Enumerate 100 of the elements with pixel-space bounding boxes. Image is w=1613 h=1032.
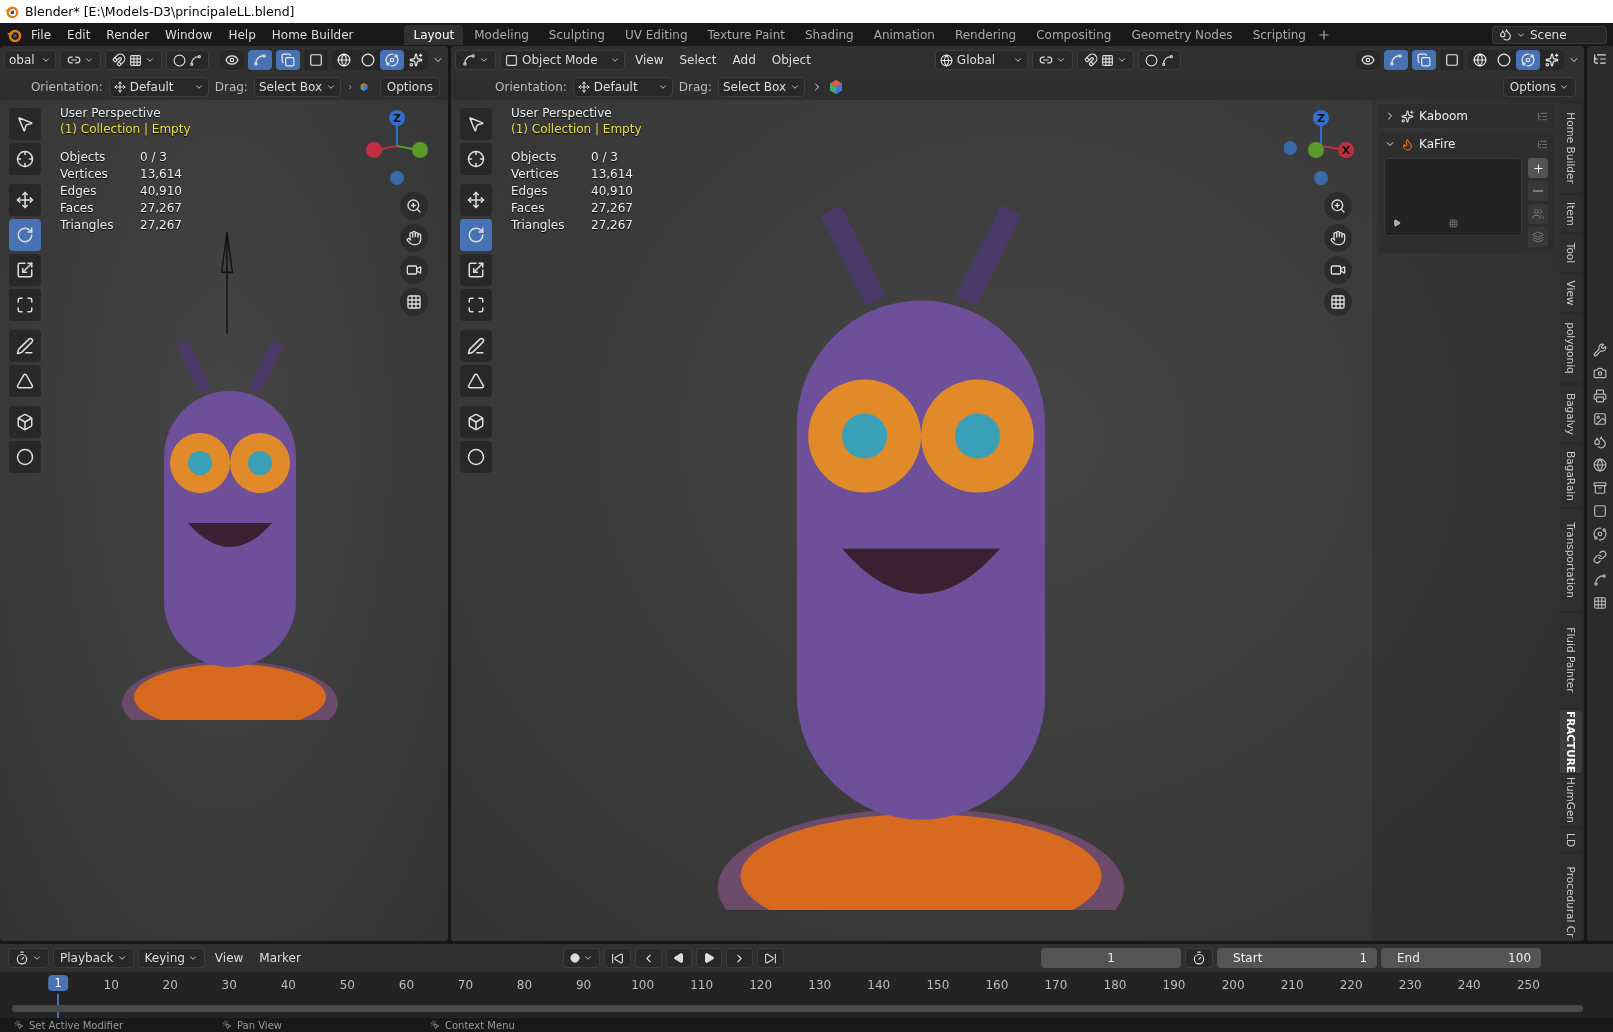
droplets-icon[interactable] <box>1593 435 1607 449</box>
header-menu[interactable]: View <box>629 53 670 67</box>
sidebar-tab[interactable]: polygoniq <box>1560 313 1582 384</box>
sidebar-tab[interactable]: Transportation <box>1560 509 1582 611</box>
play-reverse-button[interactable] <box>666 948 693 968</box>
sidebar-tab[interactable]: BagaRain <box>1560 443 1582 508</box>
proportional-edit-button[interactable] <box>166 50 209 70</box>
sidebar-tab[interactable]: Item <box>1560 194 1582 233</box>
header-menu[interactable]: Object <box>765 53 817 67</box>
pan-button[interactable] <box>400 224 428 252</box>
link-icon[interactable] <box>1593 550 1607 564</box>
printer-icon[interactable] <box>1593 389 1607 403</box>
globe-icon[interactable] <box>1593 458 1607 472</box>
square-icon[interactable] <box>1593 504 1607 518</box>
add-button[interactable] <box>1528 158 1548 178</box>
pivot-dropdown[interactable] <box>1031 50 1073 70</box>
timeline-menu[interactable]: Playback <box>53 948 134 968</box>
tool-button[interactable] <box>9 254 41 286</box>
play-button[interactable] <box>696 948 723 968</box>
pivot-dropdown[interactable] <box>60 50 101 70</box>
zoom-button[interactable] <box>400 192 428 220</box>
shading-mode-button[interactable] <box>1516 50 1540 70</box>
axis-gizmo-drawing[interactable]: Z X <box>1284 108 1358 188</box>
layers-button[interactable] <box>1528 227 1548 247</box>
camera-button[interactable] <box>400 256 428 284</box>
workspace-tab[interactable]: Shading <box>795 24 863 45</box>
start-frame-field[interactable]: Start 1 <box>1217 948 1377 968</box>
menu-item[interactable]: Window <box>158 25 220 44</box>
eye-toggle[interactable] <box>1356 50 1380 70</box>
tool-button[interactable] <box>9 406 41 438</box>
sidebar-tab[interactable]: Home Builder <box>1560 104 1582 193</box>
scene-selector[interactable]: Scene <box>1492 25 1607 44</box>
snap-dropdown[interactable] <box>105 50 162 70</box>
orientation-dropdown[interactable]: obal <box>4 50 56 70</box>
proportional-edit-button[interactable] <box>1137 50 1181 70</box>
gizmo-toggle[interactable] <box>248 50 272 70</box>
workspace-tab[interactable]: Rendering <box>945 24 1026 45</box>
axis-gizmo-drawing[interactable]: Z <box>360 108 434 188</box>
preview-range-button[interactable] <box>1185 948 1213 968</box>
shading-mode-button[interactable] <box>380 50 404 70</box>
tool-button[interactable] <box>9 108 41 140</box>
editor-type-button[interactable] <box>8 948 49 968</box>
tool-button[interactable] <box>460 365 492 397</box>
sidebar-tab[interactable]: Bagalvy <box>1560 385 1582 442</box>
workspace-tab[interactable]: Animation <box>864 24 944 45</box>
jump-start-button[interactable] <box>604 948 632 968</box>
camera-icon[interactable] <box>1593 366 1607 380</box>
playhead-marker[interactable]: 1 <box>48 975 68 991</box>
tool-button[interactable] <box>460 330 492 362</box>
tool-button[interactable] <box>460 254 492 286</box>
menu-item[interactable]: Home Builder <box>264 25 361 44</box>
workspace-tab[interactable]: UV Editing <box>615 24 697 45</box>
workspace-tab[interactable]: Scripting <box>1243 24 1315 45</box>
orbit-icon[interactable] <box>1593 527 1607 541</box>
timeline-menu[interactable]: View <box>208 951 250 965</box>
sidebar-tab[interactable]: Procedural Cr <box>1560 854 1582 941</box>
xray-toggle[interactable] <box>304 50 328 70</box>
timeline-menu[interactable]: Marker <box>253 951 307 965</box>
timeline-menu[interactable]: Keying <box>137 948 205 968</box>
scrollbar[interactable] <box>12 1005 1583 1012</box>
checker-icon[interactable] <box>1593 596 1607 610</box>
tool-button[interactable] <box>460 441 492 473</box>
workspace-tab[interactable]: Geometry Nodes <box>1122 24 1242 45</box>
camera-button[interactable] <box>1324 256 1352 284</box>
record-button[interactable] <box>563 948 601 968</box>
overlay-toggle[interactable] <box>276 50 300 70</box>
image-icon[interactable] <box>1593 412 1607 426</box>
tool-button[interactable] <box>460 184 492 216</box>
tool-button[interactable] <box>9 184 41 216</box>
sidebar-tab[interactable]: HumGen <box>1560 775 1582 826</box>
prev-keyframe-button[interactable] <box>635 948 663 968</box>
orientation-dropdown[interactable]: Global <box>934 50 1028 70</box>
overlay-toggle[interactable] <box>1412 50 1436 70</box>
sidebar-tab[interactable]: View <box>1560 274 1582 312</box>
add-workspace-icon[interactable] <box>1317 27 1331 42</box>
tool-button[interactable] <box>460 289 492 321</box>
drag-dropdown[interactable]: Select Box <box>718 77 806 97</box>
tool-button[interactable] <box>9 143 41 175</box>
end-frame-field[interactable]: End 100 <box>1381 948 1541 968</box>
tool-button[interactable] <box>9 441 41 473</box>
menu-item[interactable]: Help <box>221 25 263 44</box>
jump-end-button[interactable] <box>757 948 785 968</box>
wrench-icon[interactable] <box>1593 343 1607 357</box>
snap-dropdown[interactable] <box>1076 50 1134 70</box>
menu-item[interactable]: Edit <box>60 25 98 44</box>
header-menu[interactable]: Add <box>726 53 762 67</box>
orientation-dropdown[interactable]: Default <box>108 77 209 97</box>
menu-item[interactable]: File <box>24 25 59 44</box>
gizmo-toggle[interactable] <box>1384 50 1408 70</box>
orientation-dropdown[interactable]: Default <box>572 77 673 97</box>
xray-toggle[interactable] <box>1440 50 1464 70</box>
workspace-tab[interactable]: Texture Paint <box>698 24 794 45</box>
sidebar-tab[interactable]: LD <box>1560 827 1582 853</box>
tool-button[interactable] <box>460 143 492 175</box>
sidebar-tab[interactable]: FRACTURE <box>1560 709 1582 774</box>
tool-button[interactable] <box>9 289 41 321</box>
tool-button[interactable] <box>9 365 41 397</box>
sidebar-tab[interactable]: Fluid Painter <box>1560 612 1582 708</box>
next-keyframe-button[interactable] <box>726 948 754 968</box>
editor-type-button[interactable] <box>455 50 496 70</box>
